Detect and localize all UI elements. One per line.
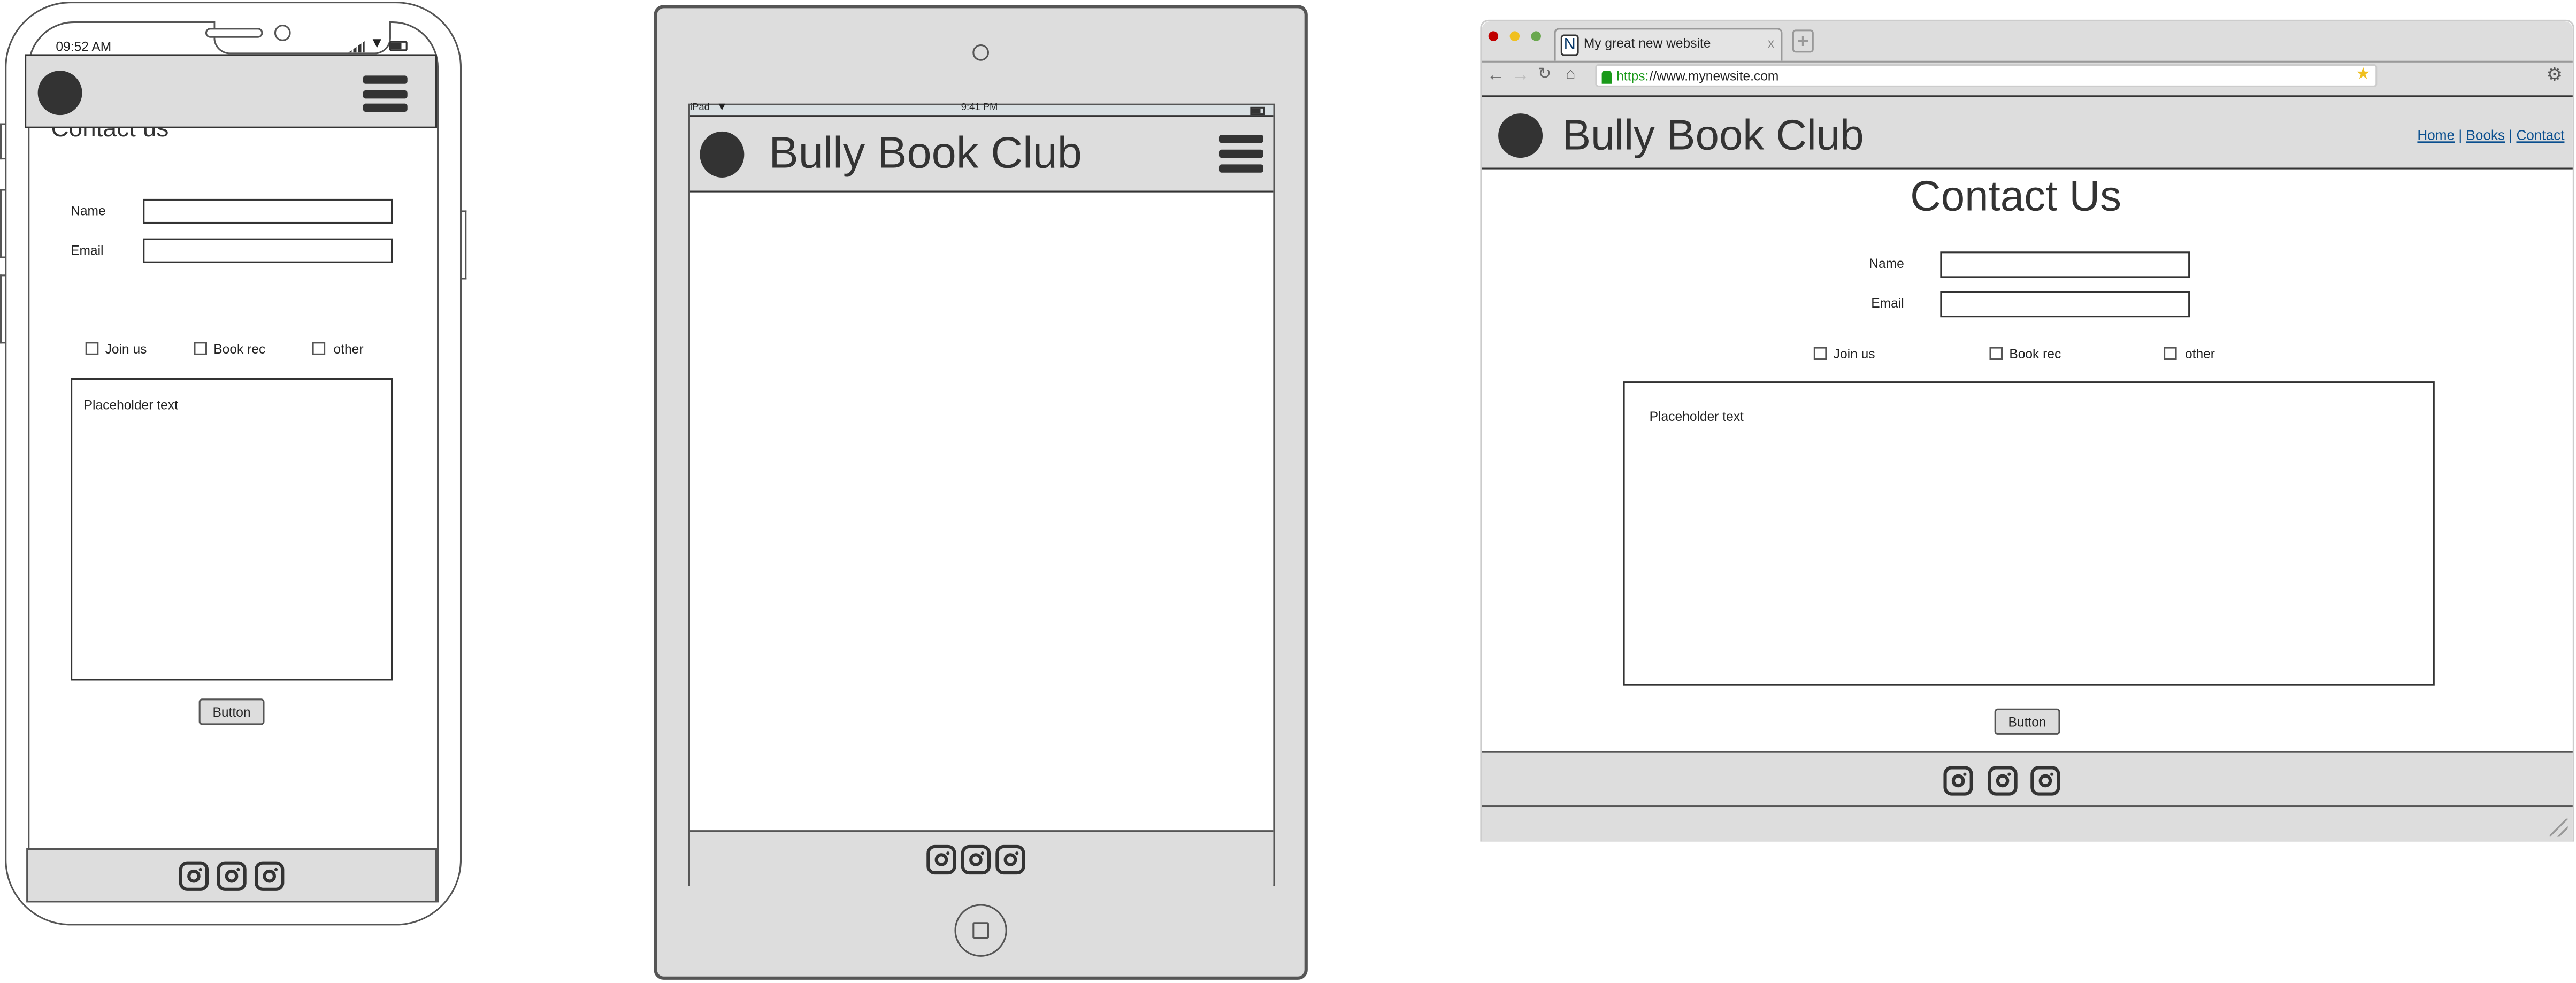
logo[interactable] — [700, 131, 745, 178]
battery-icon — [389, 41, 408, 51]
nav-separator: | — [2509, 126, 2513, 143]
checkbox-label: Book rec — [213, 342, 266, 357]
status-device: iPad — [689, 103, 710, 114]
tab-title: My great new website — [1583, 36, 1711, 51]
forward-icon[interactable]: → — [1512, 66, 1530, 86]
status-time: 09:52 AM — [56, 39, 112, 55]
status-time: 9:41 PM — [961, 103, 998, 114]
message-textarea[interactable]: Placeholder text — [1623, 381, 2435, 686]
checkbox-other[interactable] — [312, 342, 326, 355]
checkbox-label: Join us — [105, 342, 147, 357]
page-title: Contact Us — [1910, 171, 2122, 220]
hamburger-menu-icon[interactable] — [363, 75, 408, 112]
reload-icon[interactable]: ↻ — [1538, 66, 1552, 84]
instagram-icon[interactable] — [217, 861, 247, 891]
hamburger-menu-icon[interactable] — [1218, 135, 1263, 173]
home-button[interactable] — [954, 904, 1007, 957]
site-title: Bully Book Club — [769, 128, 1082, 178]
home-icon[interactable]: ⌂ — [1566, 66, 1576, 84]
resize-grip-icon[interactable] — [2549, 818, 2568, 837]
close-window-button[interactable] — [1488, 31, 1499, 41]
address-bar[interactable]: https: //www.mynewsite.com ★ — [1595, 64, 2378, 87]
minimize-window-button[interactable] — [1509, 31, 1520, 41]
wifi-icon: ▼ — [370, 34, 385, 51]
nav-links: Home | Books | Contact — [2417, 127, 2564, 143]
instagram-icon[interactable] — [2030, 766, 2060, 796]
email-label: Email — [71, 243, 104, 258]
browser-status-bar — [1482, 807, 2573, 842]
submit-button[interactable]: Button — [198, 698, 265, 725]
site-footer — [26, 848, 437, 903]
textarea-placeholder: Placeholder text — [1649, 409, 1744, 424]
submit-button[interactable]: Button — [1994, 708, 2060, 735]
tab-close-icon[interactable]: x — [1768, 36, 1774, 51]
site-header: Bully Book Club — [689, 117, 1274, 193]
favicon-icon: N — [1560, 34, 1579, 56]
nav-link-contact[interactable]: Contact — [2516, 127, 2564, 143]
instagram-icon[interactable] — [255, 861, 285, 891]
instagram-icon[interactable] — [1943, 766, 1973, 796]
checkbox-label: Book rec — [2009, 347, 2061, 362]
status-bar: iPad ▼ 9:41 PM — [689, 102, 1274, 117]
checkbox-book-rec[interactable] — [1989, 347, 2003, 360]
camera-icon — [972, 44, 989, 61]
name-label: Name — [71, 204, 106, 219]
site-footer — [1482, 751, 2573, 808]
nav-link-books[interactable]: Books — [2466, 127, 2505, 143]
battery-icon — [1250, 106, 1265, 116]
camera-icon — [274, 25, 291, 41]
lock-icon — [1601, 71, 1612, 84]
logo[interactable] — [37, 71, 82, 116]
email-label: Email — [1871, 296, 1904, 311]
url-scheme: https: — [1616, 69, 1649, 84]
message-textarea[interactable]: Placeholder text — [71, 378, 393, 681]
tablet-screen — [688, 103, 1275, 886]
site-header: Bully Book Club Home | Books | Contact — [1482, 95, 2573, 170]
checkbox-label: other — [2184, 347, 2215, 362]
checkbox-join-us[interactable] — [1813, 347, 1827, 360]
name-input[interactable] — [1940, 251, 2190, 278]
checkbox-join-us[interactable] — [85, 342, 99, 355]
textarea-placeholder: Placeholder text — [83, 397, 178, 413]
phone-side-button — [0, 189, 5, 258]
instagram-icon[interactable] — [1988, 766, 2018, 796]
instagram-icon[interactable] — [926, 844, 956, 875]
phone-side-button — [0, 274, 5, 344]
bookmark-star-icon[interactable]: ★ — [2356, 66, 2371, 84]
site-title: Bully Book Club — [1562, 110, 1864, 160]
nav-separator: | — [2458, 126, 2463, 143]
email-input[interactable] — [1940, 291, 2190, 318]
email-input[interactable] — [143, 238, 393, 263]
instagram-icon[interactable] — [961, 844, 991, 875]
browser-tab[interactable]: N My great new website x — [1554, 28, 1783, 61]
wifi-icon: ▼ — [716, 102, 728, 114]
instagram-icon[interactable] — [179, 861, 209, 891]
site-header — [25, 54, 437, 128]
site-footer — [689, 830, 1274, 886]
checkbox-book-rec[interactable] — [194, 342, 207, 355]
nav-link-home[interactable]: Home — [2417, 127, 2455, 143]
name-label: Name — [1869, 256, 1904, 272]
phone-side-button — [462, 210, 467, 280]
new-tab-button[interactable]: + — [1792, 29, 1814, 53]
url-text: //www.mynewsite.com — [1649, 69, 1779, 84]
maximize-window-button[interactable] — [1531, 31, 1541, 41]
checkbox-label: other — [333, 342, 364, 357]
speaker-icon — [205, 28, 263, 38]
settings-gear-icon[interactable]: ⚙ — [2547, 64, 2563, 86]
instagram-icon[interactable] — [995, 844, 1025, 875]
checkbox-label: Join us — [1833, 347, 1875, 362]
logo[interactable] — [1498, 113, 1543, 158]
name-input[interactable] — [143, 198, 393, 224]
phone-side-button — [0, 123, 5, 160]
checkbox-other[interactable] — [2164, 347, 2177, 360]
back-icon[interactable]: ← — [1487, 66, 1505, 86]
